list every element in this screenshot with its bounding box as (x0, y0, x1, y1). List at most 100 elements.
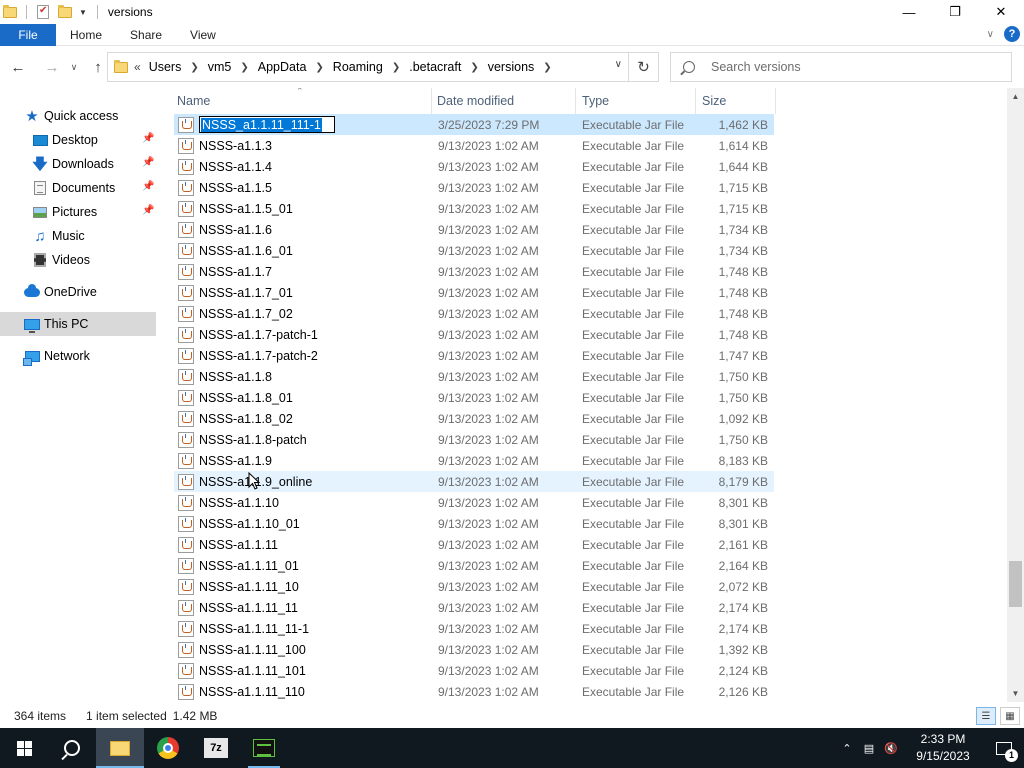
table-row[interactable]: NSSS-a1.1.7-patch-1 9/13/2023 1:02 AM Exec… (174, 324, 774, 345)
volume-muted-icon[interactable]: 🔇 (880, 728, 902, 768)
table-row[interactable]: NSSS-a1.1.4 9/13/2023 1:02 AM Executable J… (174, 156, 774, 177)
file-name-cell[interactable]: NSSS-a1.1.9 (174, 452, 438, 469)
sidebar-item-videos[interactable]: Videos (0, 248, 156, 272)
file-name-cell[interactable]: NSSS-a1.1.11_110 (174, 683, 438, 700)
chevron-right-icon[interactable]: ❯ (240, 62, 248, 73)
table-row[interactable]: NSSS-a1.1.5 9/13/2023 1:02 AM Executable J… (174, 177, 774, 198)
sidebar-item-downloads[interactable]: 🡇 Downloads 📌 (0, 152, 156, 176)
properties-icon[interactable] (35, 4, 51, 20)
taskbar-file-explorer[interactable] (96, 728, 144, 768)
table-row[interactable]: NSSS-a1.1.10_01 9/13/2023 1:02 AM Executab… (174, 513, 774, 534)
column-header-type[interactable]: Type (576, 88, 696, 114)
sidebar-item-documents[interactable]: Documents 📌 (0, 176, 156, 200)
file-name-cell[interactable]: NSSS-a1.1.8_01 (174, 389, 438, 406)
file-name-cell[interactable]: NSSS-a1.1.10 (174, 494, 438, 511)
sidebar-item-pictures[interactable]: Pictures 📌 (0, 200, 156, 224)
table-row[interactable]: NSSS-a1.1.7_02 9/13/2023 1:02 AM Executabl… (174, 303, 774, 324)
column-header-size[interactable]: Size (696, 88, 776, 114)
show-hidden-icons-chevron-icon[interactable]: ⌃ (836, 728, 858, 768)
recent-locations-chevron-icon[interactable]: ∨ (66, 55, 82, 79)
table-row[interactable]: NSSS-a1.1.6 9/13/2023 1:02 AM Executable J… (174, 219, 774, 240)
close-button[interactable]: ✕ (978, 0, 1024, 24)
table-row[interactable]: NSSS_a1.1.11_111-1 3/25/2023 7:29 PM Execu… (174, 114, 774, 135)
forward-button[interactable]: → (40, 55, 64, 79)
file-name-cell[interactable]: NSSS-a1.1.11 (174, 536, 438, 553)
table-row[interactable]: NSSS-a1.1.8_02 9/13/2023 1:02 AM Executabl… (174, 408, 774, 429)
scroll-down-arrow-icon[interactable]: ▼ (1007, 685, 1024, 702)
file-name-cell[interactable]: NSSS-a1.1.11_101 (174, 662, 438, 679)
file-name-cell[interactable]: NSSS-a1.1.7 (174, 263, 438, 280)
breadcrumb-appdata[interactable]: AppData (258, 60, 307, 74)
file-name-cell[interactable]: NSSS-a1.1.11_10 (174, 578, 438, 595)
table-row[interactable]: NSSS-a1.1.8 9/13/2023 1:02 AM Executable J… (174, 366, 774, 387)
chevron-right-icon[interactable]: ❯ (543, 62, 551, 73)
rename-input[interactable]: NSSS_a1.1.11_111-1 (199, 116, 335, 133)
taskbar-terminal[interactable] (240, 728, 288, 768)
sidebar-item-music[interactable]: ♫ Music (0, 224, 156, 248)
file-name-cell[interactable]: NSSS-a1.1.7_02 (174, 305, 438, 322)
large-icons-view-icon[interactable]: ▦ (1000, 707, 1020, 725)
table-row[interactable]: NSSS-a1.1.8-patch 9/13/2023 1:02 AM Execut… (174, 429, 774, 450)
file-name-cell[interactable]: NSSS-a1.1.7_01 (174, 284, 438, 301)
file-name-cell[interactable]: NSSS-a1.1.10_01 (174, 515, 438, 532)
file-name-cell[interactable]: NSSS-a1.1.4 (174, 158, 438, 175)
table-row[interactable]: NSSS-a1.1.9_online9/13/2023 1:02 AM Execu… (174, 471, 774, 492)
refresh-button[interactable]: ↻ (628, 53, 658, 81)
breadcrumb-versions[interactable]: versions (488, 60, 535, 74)
customize-toolbar-chevron-icon[interactable]: ▼ (79, 8, 87, 17)
file-name-cell[interactable]: NSSS-a1.1.11_11-1 (174, 620, 438, 637)
taskbar-chrome[interactable] (144, 728, 192, 768)
address-history-chevron-icon[interactable]: ∨ (615, 59, 622, 70)
sidebar-item-desktop[interactable]: Desktop 📌 (0, 128, 156, 152)
sidebar-item-network[interactable]: Network (0, 344, 156, 368)
scroll-up-arrow-icon[interactable]: ▲ (1007, 88, 1024, 105)
maximize-button[interactable]: ❐ (932, 0, 978, 24)
breadcrumb-vm5[interactable]: vm5 (208, 60, 232, 74)
file-name-cell[interactable]: NSSS-a1.1.7-patch-1 (174, 326, 438, 343)
chevron-right-icon[interactable]: ❯ (470, 62, 478, 73)
sidebar-item-this-pc[interactable]: This PC (0, 312, 156, 336)
tab-view[interactable]: View (176, 24, 230, 46)
breadcrumb-users[interactable]: Users (149, 60, 182, 74)
start-button[interactable] (0, 728, 48, 768)
file-name-cell[interactable]: NSSS-a1.1.5_01 (174, 200, 438, 217)
table-row[interactable]: NSSS-a1.1.7 9/13/2023 1:02 AM Executable J… (174, 261, 774, 282)
table-row[interactable]: NSSS-a1.1.11_11-1 9/13/2023 1:02 AM Execut… (174, 618, 774, 639)
table-row[interactable]: NSSS-a1.1.11_100 9/13/2023 1:02 AM Executa… (174, 639, 774, 660)
file-name-cell[interactable]: NSSS-a1.1.3 (174, 137, 438, 154)
chevron-right-icon[interactable]: ❯ (190, 62, 198, 73)
breadcrumb-betacraft[interactable]: .betacraft (409, 60, 461, 74)
table-row[interactable]: NSSS-a1.1.11_101 9/13/2023 1:02 AM Executa… (174, 660, 774, 681)
clock[interactable]: 2:33 PM 9/15/2023 (908, 731, 978, 765)
help-icon[interactable]: ? (1004, 26, 1020, 42)
table-row[interactable]: NSSS-a1.1.11_10 9/13/2023 1:02 AM Executab… (174, 576, 774, 597)
column-header-date-modified[interactable]: Date modified (432, 88, 576, 114)
file-name-cell[interactable]: NSSS-a1.1.5 (174, 179, 438, 196)
new-folder-icon[interactable] (57, 4, 73, 20)
table-row[interactable]: NSSS-a1.1.6_01 9/13/2023 1:02 AM Executabl… (174, 240, 774, 261)
table-row[interactable]: NSSS-a1.1.8_01 9/13/2023 1:02 AM Executabl… (174, 387, 774, 408)
table-row[interactable]: NSSS-a1.1.9 9/13/2023 1:02 AM Executable J… (174, 450, 774, 471)
file-name-cell[interactable]: NSSS-a1.1.7-patch-2 (174, 347, 438, 364)
sidebar-item-quick-access[interactable]: ★ Quick access (0, 104, 156, 128)
table-row[interactable]: NSSS-a1.1.3 9/13/2023 1:02 AM Executable J… (174, 135, 774, 156)
sidebar-item-onedrive[interactable]: OneDrive (0, 280, 156, 304)
file-name-cell[interactable]: NSSS-a1.1.11_11 (174, 599, 438, 616)
file-name-cell[interactable]: NSSS-a1.1.8 (174, 368, 438, 385)
table-row[interactable]: NSSS-a1.1.7-patch-2 9/13/2023 1:02 AM Exec… (174, 345, 774, 366)
table-row[interactable]: NSSS-a1.1.11_110 9/13/2023 1:02 AM Executa… (174, 681, 774, 702)
action-center-button[interactable]: 1 (984, 728, 1024, 768)
table-row[interactable]: NSSS-a1.1.11_11 9/13/2023 1:02 AM Executab… (174, 597, 774, 618)
file-name-cell[interactable]: NSSS-a1.1.6 (174, 221, 438, 238)
minimize-button[interactable]: — (886, 0, 932, 24)
tab-share[interactable]: Share (116, 24, 176, 46)
table-row[interactable]: NSSS-a1.1.10 9/13/2023 1:02 AM Executable … (174, 492, 774, 513)
file-name-cell[interactable]: NSSS-a1.1.8-patch (174, 431, 438, 448)
table-row[interactable]: NSSS-a1.1.5_01 9/13/2023 1:02 AM Executabl… (174, 198, 774, 219)
taskbar-7zip[interactable]: 7z (192, 728, 240, 768)
table-row[interactable]: NSSS-a1.1.11 9/13/2023 1:02 AM Executable … (174, 534, 774, 555)
table-row[interactable]: NSSS-a1.1.11_01 9/13/2023 1:02 AM Executab… (174, 555, 774, 576)
tab-home[interactable]: Home (56, 24, 116, 46)
breadcrumb-roaming[interactable]: Roaming (333, 60, 383, 74)
tab-file[interactable]: File (0, 23, 56, 46)
